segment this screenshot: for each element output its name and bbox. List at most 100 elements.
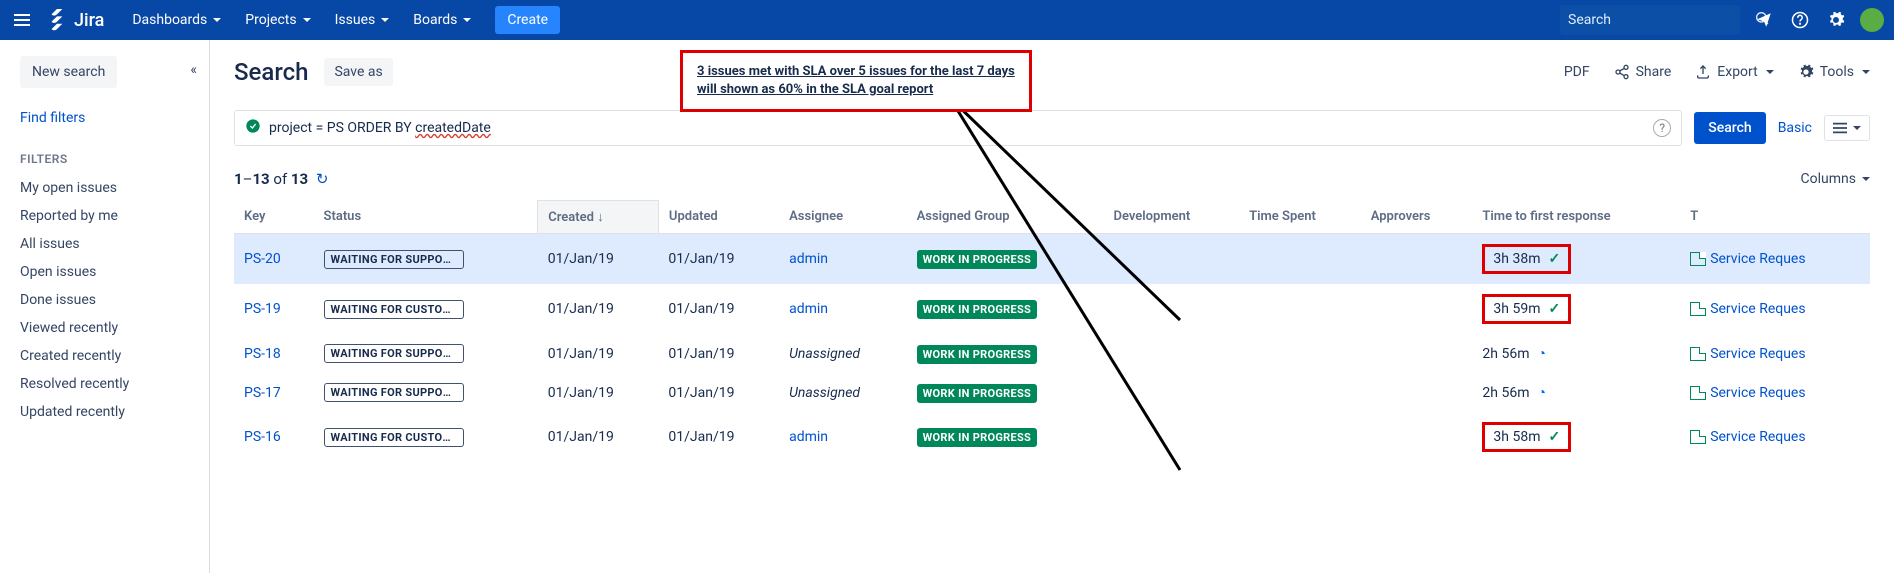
col-status[interactable]: Status [314, 201, 538, 234]
filter-updated-recently[interactable]: Updated recently [20, 398, 189, 426]
created-cell: 01/Jan/19 [538, 284, 659, 334]
updated-cell: 01/Jan/19 [658, 234, 779, 285]
filter-done-issues[interactable]: Done issues [20, 286, 189, 314]
col-t[interactable]: T [1680, 201, 1870, 234]
col-time-to-first-response[interactable]: Time to first response [1472, 201, 1680, 234]
check-icon: ✓ [1548, 429, 1560, 445]
col-assignee[interactable]: Assignee [779, 201, 907, 234]
issue-type-link[interactable]: Service Reques [1690, 301, 1860, 317]
approvers-cell [1361, 412, 1473, 462]
col-assigned-group[interactable]: Assigned Group [907, 201, 1104, 234]
settings-icon[interactable] [1824, 8, 1848, 32]
refresh-icon[interactable]: ↻ [312, 170, 328, 188]
issue-type-link[interactable]: Service Reques [1690, 385, 1860, 401]
nav-boards[interactable]: Boards [401, 0, 483, 40]
nav-projects[interactable]: Projects [233, 0, 322, 40]
status-lozenge: WAITING FOR SUPPORT [324, 383, 464, 402]
main-content: 3 issues met with SLA over 5 issues for … [210, 40, 1894, 573]
filter-reported-by-me[interactable]: Reported by me [20, 202, 189, 230]
columns-dropdown[interactable]: Columns [1801, 171, 1870, 187]
share-action[interactable]: Share [1614, 64, 1672, 80]
issue-key-link[interactable]: PS-18 [244, 346, 281, 362]
chevron-down-icon [1862, 177, 1870, 181]
sidebar: « New search Find filters FILTERS My ope… [0, 40, 210, 573]
updated-cell: 01/Jan/19 [658, 334, 779, 373]
topbar-left: Jira DashboardsProjectsIssuesBoards Crea… [10, 0, 560, 40]
menu-icon[interactable] [10, 8, 34, 32]
check-icon: ✓ [1548, 301, 1560, 317]
feedback-icon[interactable] [1752, 8, 1776, 32]
issue-key-link[interactable]: PS-19 [244, 301, 281, 317]
sla-value: 2h 56m [1482, 346, 1529, 362]
col-key[interactable]: Key [234, 201, 314, 234]
assignee-link[interactable]: admin [789, 429, 828, 445]
page-actions: PDF Share Export Tools [1564, 64, 1870, 80]
chevron-down-icon [381, 18, 389, 22]
issue-type-link[interactable]: Service Reques [1690, 429, 1860, 445]
filter-all-issues[interactable]: All issues [20, 230, 189, 258]
gear-icon [1798, 64, 1814, 80]
pdf-action[interactable]: PDF [1564, 64, 1590, 80]
table-row[interactable]: PS-17WAITING FOR SUPPORT01/Jan/1901/Jan/… [234, 373, 1870, 412]
assignee-link[interactable]: admin [789, 251, 828, 267]
result-count: 1–13 of 13 ↻ [234, 170, 328, 188]
basic-link[interactable]: Basic [1778, 120, 1812, 136]
issue-type-link[interactable]: Service Reques [1690, 251, 1860, 267]
filter-viewed-recently[interactable]: Viewed recently [20, 314, 189, 342]
search-button[interactable]: Search [1694, 112, 1765, 144]
created-cell: 01/Jan/19 [538, 412, 659, 462]
table-row[interactable]: PS-20WAITING FOR SUPPORT01/Jan/1901/Jan/… [234, 234, 1870, 285]
save-as-button[interactable]: Save as [324, 58, 392, 86]
jql-input[interactable]: project = PS ORDER BY createdDate ? [234, 110, 1682, 146]
page-header: Search Save as PDF Share Export Tools [234, 58, 1870, 86]
col-created[interactable]: Created ↓ [538, 201, 659, 234]
sla-highlight-box: 3h 59m ✓ [1482, 294, 1571, 324]
col-development[interactable]: Development [1104, 201, 1240, 234]
filter-my-open-issues[interactable]: My open issues [20, 174, 189, 202]
group-lozenge: WORK IN PROGRESS [917, 345, 1038, 364]
jql-help-icon[interactable]: ? [1653, 119, 1671, 137]
filter-created-recently[interactable]: Created recently [20, 342, 189, 370]
callout-line2: will shown as 60% in the SLA goal report [697, 81, 1015, 99]
global-search[interactable] [1560, 5, 1740, 35]
issue-key-link[interactable]: PS-16 [244, 429, 281, 445]
jql-text: project = PS ORDER BY createdDate [269, 120, 491, 136]
export-action[interactable]: Export [1695, 64, 1773, 80]
global-search-input[interactable] [1560, 5, 1754, 35]
issue-key-link[interactable]: PS-17 [244, 385, 281, 401]
table-row[interactable]: PS-18WAITING FOR SUPPORT01/Jan/1901/Jan/… [234, 334, 1870, 373]
created-cell: 01/Jan/19 [538, 334, 659, 373]
issue-type-link[interactable]: Service Reques [1690, 346, 1860, 362]
callout-line1: 3 issues met with SLA over 5 issues for … [697, 63, 1015, 81]
find-filters-link[interactable]: Find filters [20, 110, 189, 126]
topbar: Jira DashboardsProjectsIssuesBoards Crea… [0, 0, 1894, 40]
col-updated[interactable]: Updated [658, 201, 779, 234]
issue-key-link[interactable]: PS-20 [244, 251, 281, 267]
help-icon[interactable] [1788, 8, 1812, 32]
nav-issues[interactable]: Issues [323, 0, 402, 40]
assignee-link[interactable]: admin [789, 301, 828, 317]
results-header: 1–13 of 13 ↻ Columns [234, 170, 1870, 188]
development-cell [1104, 334, 1240, 373]
created-cell: 01/Jan/19 [538, 373, 659, 412]
filter-resolved-recently[interactable]: Resolved recently [20, 370, 189, 398]
col-time-spent[interactable]: Time Spent [1239, 201, 1361, 234]
table-row[interactable]: PS-19WAITING FOR CUSTOM...01/Jan/1901/Ja… [234, 284, 1870, 334]
view-toggle[interactable] [1824, 115, 1870, 141]
create-button[interactable]: Create [495, 6, 560, 34]
user-avatar[interactable] [1860, 8, 1884, 32]
filter-open-issues[interactable]: Open issues [20, 258, 189, 286]
new-search-button[interactable]: New search [20, 56, 117, 88]
timespent-cell [1239, 334, 1361, 373]
table-row[interactable]: PS-16WAITING FOR CUSTOM...01/Jan/1901/Ja… [234, 412, 1870, 462]
updated-cell: 01/Jan/19 [658, 412, 779, 462]
nav-dashboards[interactable]: Dashboards [120, 0, 233, 40]
list-view-icon [1833, 122, 1847, 134]
jira-logo[interactable]: Jira [46, 9, 104, 31]
collapse-sidebar-icon[interactable]: « [190, 62, 197, 78]
timespent-cell [1239, 373, 1361, 412]
col-approvers[interactable]: Approvers [1361, 201, 1473, 234]
timespent-cell [1239, 234, 1361, 285]
tools-action[interactable]: Tools [1798, 64, 1870, 80]
timespent-cell [1239, 284, 1361, 334]
